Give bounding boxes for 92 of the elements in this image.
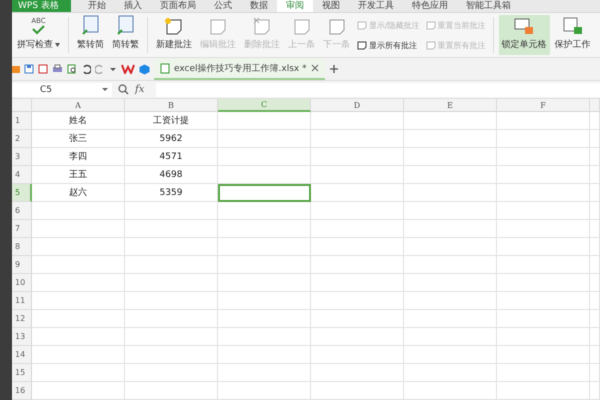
note-icon [326, 17, 346, 36]
table-cell [590, 202, 600, 220]
table-cell [590, 130, 600, 148]
plus-icon[interactable] [328, 64, 339, 74]
table-cell: 5962 [125, 130, 218, 148]
menu-tab[interactable]: 开始 [78, 0, 115, 12]
column-header[interactable]: E [404, 99, 497, 112]
table-cell [590, 310, 600, 328]
table-cell: 4698 [125, 166, 218, 184]
table-cell [590, 238, 600, 256]
menu-tab[interactable]: 开发工具 [348, 0, 403, 12]
table-cell: 王五 [32, 166, 125, 184]
row-header[interactable]: 4 [12, 166, 32, 184]
row-header[interactable]: 2 [12, 130, 32, 148]
table-cell [590, 148, 600, 166]
table-cell [590, 274, 600, 292]
menu-tab[interactable]: 视图 [312, 0, 349, 12]
row-header[interactable]: 9 [12, 256, 32, 274]
document-tab[interactable]: excel操作技巧专用工作簿.xlsx * [154, 58, 325, 80]
ribbon-button[interactable]: 显示所有批注 [357, 40, 420, 51]
note-icon [426, 20, 436, 30]
note-icon [357, 20, 367, 30]
menu-tab[interactable]: 特色应用 [402, 0, 457, 12]
print-icon[interactable] [52, 64, 63, 74]
menu-tab[interactable]: 智能工具箱 [456, 0, 520, 12]
row-header[interactable]: 10 [12, 274, 32, 292]
undo-icon[interactable] [81, 64, 91, 74]
table-cell: 张三 [32, 130, 125, 148]
ribbon-button[interactable]: 锁定单元格 [498, 15, 550, 56]
table-cell: 5359 [125, 184, 218, 202]
folder-icon [12, 64, 20, 74]
table-cell: 姓名 [32, 112, 125, 130]
table-cell [590, 220, 600, 238]
formula-field[interactable] [156, 82, 600, 97]
wps-logo-icon[interactable] [121, 64, 135, 74]
zoom-icon[interactable] [118, 84, 129, 96]
function-label[interactable]: fx [135, 84, 144, 96]
column-header[interactable]: C [218, 99, 311, 112]
ribbon-button[interactable]: 新建批注 [153, 15, 195, 56]
save-icon[interactable] [24, 64, 34, 74]
table-cell [590, 346, 600, 364]
column-header[interactable]: D [311, 99, 404, 112]
row-header[interactable]: 8 [12, 238, 32, 256]
note-icon [252, 17, 272, 36]
menu-tab[interactable]: 插入 [114, 0, 151, 12]
row-header[interactable]: 7 [12, 220, 32, 238]
table-cell [590, 166, 600, 184]
ribbon-button[interactable]: 保护工作 [552, 15, 594, 56]
row-header[interactable]: 14 [12, 346, 32, 364]
row-header[interactable]: 3 [12, 148, 32, 166]
row-header[interactable]: 12 [12, 310, 32, 328]
row-header[interactable]: 16 [12, 382, 32, 400]
table-cell [590, 328, 600, 346]
note-icon [164, 17, 184, 36]
row-header[interactable]: 6 [12, 202, 32, 220]
row-header[interactable]: 11 [12, 292, 32, 310]
table-cell [590, 112, 600, 130]
column-header[interactable]: A [32, 99, 125, 112]
column-header[interactable]: F [497, 99, 590, 112]
spreadsheet-icon [160, 62, 170, 74]
row-header[interactable]: 15 [12, 364, 32, 382]
name-box[interactable]: C5 [12, 82, 112, 97]
preview-icon[interactable] [67, 64, 77, 74]
caret-icon [102, 87, 108, 92]
note-icon [426, 40, 436, 50]
menu-tab[interactable]: 页面布局 [150, 0, 205, 12]
note-icon [357, 40, 367, 50]
column-header[interactable]: B [125, 99, 218, 112]
ribbon-button[interactable]: 繁转简 [74, 15, 107, 56]
menu-tab[interactable]: 数据 [240, 0, 277, 12]
table-cell: 4571 [125, 148, 218, 166]
table-cell: 李四 [32, 148, 125, 166]
table-cell [590, 184, 600, 202]
document-title: excel操作技巧专用工作簿.xlsx * [174, 62, 307, 75]
ribbon-button[interactable]: 简转繁 [109, 15, 142, 56]
check-icon [31, 25, 46, 36]
cube-icon[interactable] [139, 64, 150, 75]
menu-tab[interactable]: 公式 [204, 0, 241, 12]
table-cell [590, 256, 600, 274]
table-cell [590, 292, 600, 310]
note-icon [292, 17, 312, 36]
table-cell: 工资计提 [125, 112, 218, 130]
close-icon[interactable] [310, 64, 319, 72]
row-header[interactable]: 1 [12, 112, 32, 130]
note-icon [208, 17, 228, 36]
table-cell [590, 364, 600, 382]
app-menu-button[interactable]: WPS 表格 [12, 0, 71, 12]
menu-tab[interactable]: 审阅 [276, 0, 313, 12]
row-header[interactable]: 5 [12, 184, 32, 202]
table-cell [590, 382, 600, 400]
row-header[interactable]: 13 [12, 328, 32, 346]
table-cell: 赵六 [32, 184, 125, 202]
